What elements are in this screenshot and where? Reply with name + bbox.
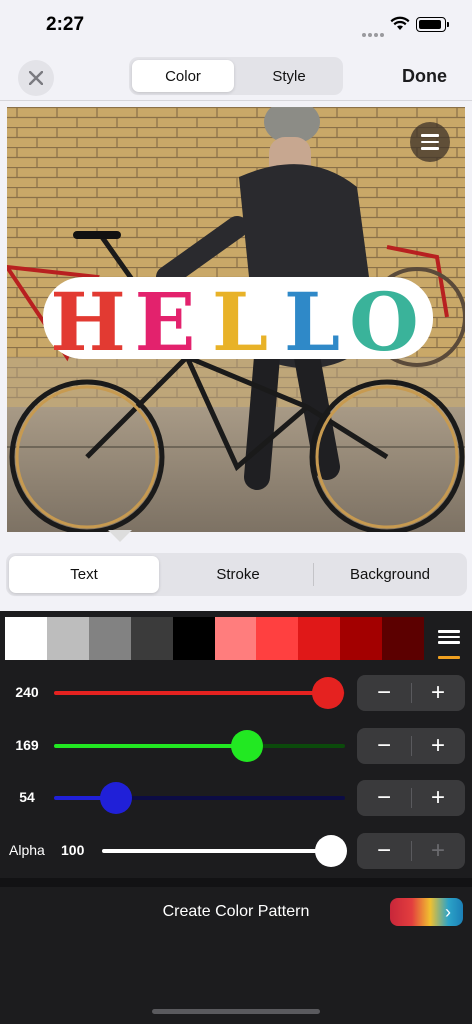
swatch[interactable] xyxy=(5,617,47,660)
tab-background[interactable]: Background xyxy=(315,556,465,593)
swatch[interactable] xyxy=(214,617,257,660)
status-time: 2:27 xyxy=(46,14,85,35)
palette-menu-button[interactable] xyxy=(438,630,460,659)
red-value: 240 xyxy=(15,684,39,700)
menu-icon xyxy=(421,134,439,137)
done-button[interactable]: Done xyxy=(402,66,447,87)
top-nav: Color Style Done xyxy=(0,52,472,100)
red-slider-fill xyxy=(54,691,328,695)
letter-e: E xyxy=(135,275,196,365)
battery-icon xyxy=(416,17,449,32)
create-pattern-row[interactable]: Create Color Pattern › xyxy=(0,887,472,937)
alpha-label: Alpha xyxy=(9,842,45,858)
swatch[interactable] xyxy=(382,617,425,660)
alpha-slider-row: Alpha 100 − + xyxy=(0,833,472,869)
alpha-decrement-button[interactable]: − xyxy=(357,833,411,869)
blue-increment-button[interactable]: + xyxy=(411,780,465,816)
target-segmented-control: Text Stroke Background xyxy=(6,553,467,596)
red-slider-thumb[interactable] xyxy=(311,677,344,709)
letter-l1: L xyxy=(212,275,268,365)
mode-segmented-control: Color Style xyxy=(129,57,343,95)
red-stepper: − + xyxy=(357,675,465,711)
red-decrement-button[interactable]: − xyxy=(357,675,411,711)
red-slider-row: 240 − + xyxy=(0,675,472,711)
chevron-right-icon: › xyxy=(445,902,451,922)
tab-stroke[interactable]: Stroke xyxy=(163,556,313,593)
cellular-signal-icon xyxy=(362,24,386,42)
blue-value: 54 xyxy=(19,789,35,805)
green-slider-thumb[interactable] xyxy=(230,730,263,762)
swatch[interactable] xyxy=(46,617,89,660)
tab-text[interactable]: Text xyxy=(9,556,159,593)
letter-h: H xyxy=(50,275,126,365)
tab-style[interactable]: Style xyxy=(238,60,340,92)
blue-slider-row: 54 − + xyxy=(0,780,472,816)
swatch[interactable] xyxy=(88,617,131,660)
green-stepper: − + xyxy=(357,728,465,764)
nav-divider xyxy=(0,100,472,101)
alpha-value: 100 xyxy=(61,842,85,858)
green-value: 169 xyxy=(15,737,39,753)
blue-slider-thumb[interactable] xyxy=(99,782,132,814)
alpha-slider-track[interactable] xyxy=(102,849,331,853)
segment-separator xyxy=(313,563,314,586)
tab-color[interactable]: Color xyxy=(132,60,234,92)
alpha-increment-button[interactable]: + xyxy=(411,833,465,869)
create-pattern-button[interactable]: › xyxy=(390,898,463,926)
hello-sticker[interactable]: H E L L O xyxy=(42,273,434,365)
letter-l2: L xyxy=(284,275,340,365)
green-decrement-button[interactable]: − xyxy=(357,728,411,764)
blue-decrement-button[interactable]: − xyxy=(357,780,411,816)
list-icon xyxy=(438,630,460,633)
alpha-slider-thumb[interactable] xyxy=(315,835,347,867)
wifi-icon xyxy=(390,16,410,30)
green-slider-row: 169 − + xyxy=(0,728,472,764)
swatch[interactable] xyxy=(256,617,299,660)
tab-pointer xyxy=(108,530,132,542)
green-increment-button[interactable]: + xyxy=(411,728,465,764)
swatch[interactable] xyxy=(130,617,173,660)
status-bar: 2:27 xyxy=(0,0,472,52)
section-divider xyxy=(0,878,472,887)
swatch[interactable] xyxy=(172,617,215,660)
color-swatches xyxy=(5,617,425,660)
palette-indicator xyxy=(438,656,460,659)
top-area: 2:27 Color Style Done H E L L O Text Str… xyxy=(0,0,472,611)
swatch[interactable] xyxy=(340,617,383,660)
letter-o: O xyxy=(349,275,419,365)
close-button[interactable] xyxy=(18,60,54,96)
alpha-stepper: − + xyxy=(357,833,465,869)
home-indicator xyxy=(152,1009,320,1014)
close-icon xyxy=(29,71,43,85)
swatch[interactable] xyxy=(298,617,341,660)
blue-stepper: − + xyxy=(357,780,465,816)
red-increment-button[interactable]: + xyxy=(411,675,465,711)
canvas-menu-button[interactable] xyxy=(410,122,450,162)
green-slider-fill xyxy=(54,744,247,748)
